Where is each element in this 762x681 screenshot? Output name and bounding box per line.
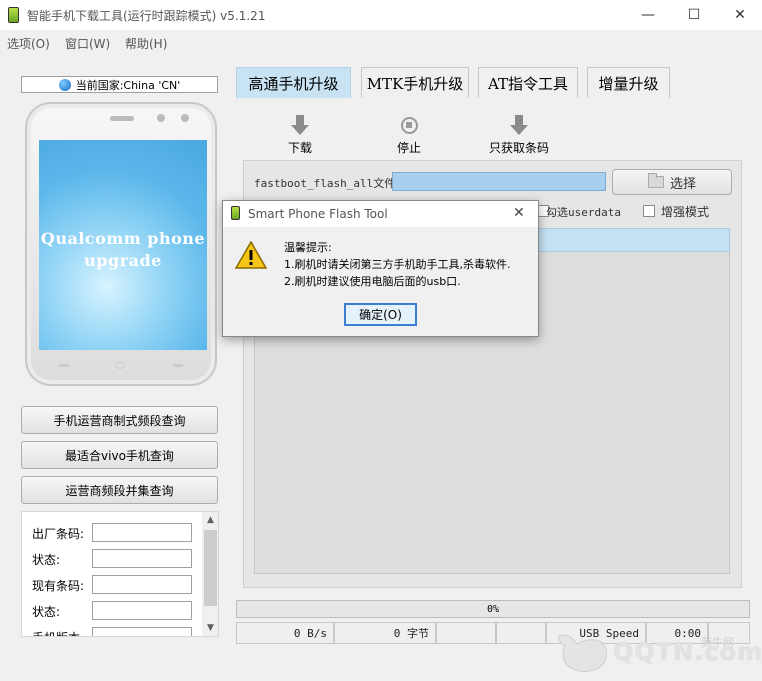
scroll-thumb[interactable] — [204, 530, 217, 606]
barcode-only-button[interactable]: 只获取条码 — [484, 114, 554, 156]
watermark-logo-text: QQTN.com — [613, 638, 762, 666]
dialog-close-button[interactable]: ✕ — [513, 205, 525, 221]
dialog-heading: 温馨提示: — [284, 241, 332, 254]
notice-dialog: Smart Phone Flash Tool ✕ 温馨提示: 1.刷机时请关闭第… — [222, 200, 539, 337]
dialog-app-icon — [231, 206, 240, 220]
progress-percent: 0% — [486, 603, 500, 615]
bytes-value: 0 字节 — [334, 622, 436, 644]
factory-barcode-label: 出厂条码: — [32, 527, 85, 541]
watermark-bull-icon — [558, 634, 608, 672]
country-label: 当前国家:China 'CN' — [75, 78, 181, 92]
globe-icon — [58, 78, 71, 91]
scroll-down-icon[interactable]: ▼ — [202, 620, 218, 636]
phone-speaker — [110, 116, 134, 121]
phone-screen: Qualcomm phone upgrade — [39, 140, 207, 350]
status-cell-empty-2 — [496, 622, 546, 644]
watermark-cn-text: 腾牛网 — [701, 636, 734, 649]
tab-mtk-upgrade[interactable]: MTK手机升级 — [361, 67, 469, 98]
stop-icon — [400, 116, 418, 134]
stop-label: 停止 — [396, 141, 421, 155]
phone-illustration: Qualcomm phone upgrade — [25, 102, 217, 386]
dialog-title: Smart Phone Flash Tool — [248, 207, 388, 221]
maximize-button[interactable]: ☐ — [671, 0, 717, 30]
close-button[interactable]: ✕ — [717, 0, 762, 30]
tab-qualcomm-upgrade[interactable]: 高通手机升级 — [236, 67, 351, 98]
phone-sensor-icon — [181, 114, 189, 122]
factory-barcode-field[interactable] — [92, 523, 192, 542]
status-label: 状态: — [32, 553, 61, 567]
progress-bar: 0% — [236, 600, 750, 618]
dialog-title-bar: Smart Phone Flash Tool ✕ — [223, 201, 538, 227]
warning-icon — [235, 241, 267, 269]
tab-at-command[interactable]: AT指令工具 — [478, 67, 578, 98]
download-label: 下载 — [287, 141, 312, 155]
phone-version-label: 手机版本 — [32, 629, 80, 636]
menu-options[interactable]: 选项(O) — [7, 35, 50, 52]
app-icon — [8, 7, 19, 23]
dialog-line-1: 1.刷机时请关闭第三方手机助手工具,杀毒软件. — [284, 258, 511, 271]
userdata-checkbox-label: 勾选userdata — [546, 206, 621, 219]
phone-home-key-icon — [115, 361, 125, 369]
scroll-up-icon[interactable]: ▲ — [202, 512, 218, 528]
download-button[interactable]: 下载 — [265, 114, 335, 156]
current-barcode-field[interactable] — [92, 575, 192, 594]
menu-window[interactable]: 窗口(W) — [65, 35, 110, 52]
status-cell-empty-1 — [436, 622, 496, 644]
fastboot-file-input[interactable] — [392, 172, 606, 191]
fastboot-file-label: fastboot_flash_all文件 — [254, 177, 396, 190]
device-info-panel: 出厂条码: 状态: 现有条码: 状态: 手机版本 ▲ ▼ — [21, 511, 219, 637]
tab-incremental-upgrade[interactable]: 增量升级 — [587, 67, 670, 98]
window-title: 智能手机下载工具(运行时跟踪模式) v5.1.21 — [27, 9, 266, 23]
speed-value: 0 B/s — [236, 622, 334, 644]
menu-bar: 选项(O) 窗口(W) 帮助(H) — [0, 30, 762, 52]
status-label-2: 状态: — [32, 605, 61, 619]
country-indicator: 当前国家:China 'CN' — [21, 76, 218, 93]
watermark: QQTN.com 腾牛网 — [553, 628, 762, 678]
phone-screen-text: Qualcomm phone upgrade — [40, 229, 206, 270]
phone-menu-key-icon — [59, 364, 69, 367]
phone-version-field[interactable] — [92, 627, 192, 636]
status-field[interactable] — [92, 549, 192, 568]
carrier-band-query-button[interactable]: 手机运营商制式频段查询 — [21, 406, 218, 434]
barcode-download-icon — [510, 114, 528, 136]
phone-back-key-icon — [173, 364, 183, 367]
status-field-2[interactable] — [92, 601, 192, 620]
folder-icon — [647, 173, 664, 188]
barcode-only-label: 只获取条码 — [488, 141, 549, 155]
download-icon — [291, 114, 309, 136]
dialog-ok-button[interactable]: 确定(O) — [344, 303, 417, 326]
select-file-button[interactable]: 选择 — [612, 169, 732, 195]
phone-camera-icon — [157, 114, 165, 122]
enhanced-mode-label: 增强模式 — [661, 205, 710, 219]
info-scrollbar[interactable]: ▲ ▼ — [202, 512, 218, 636]
vivo-phone-query-button[interactable]: 最适合vivo手机查询 — [21, 441, 218, 469]
dialog-line-2: 2.刷机时建议使用电脑后面的usb口. — [284, 275, 461, 288]
title-bar: 智能手机下载工具(运行时跟踪模式) v5.1.21 — ☐ ✕ — [0, 0, 762, 30]
minimize-button[interactable]: — — [625, 0, 671, 30]
menu-help[interactable]: 帮助(H) — [125, 35, 167, 52]
carrier-band-union-button[interactable]: 运营商频段并集查询 — [21, 476, 218, 504]
stop-button[interactable]: 停止 — [374, 114, 444, 156]
select-file-label: 选择 — [669, 176, 696, 192]
current-barcode-label: 现有条码: — [32, 579, 85, 593]
enhanced-mode-checkbox[interactable] — [643, 205, 655, 217]
